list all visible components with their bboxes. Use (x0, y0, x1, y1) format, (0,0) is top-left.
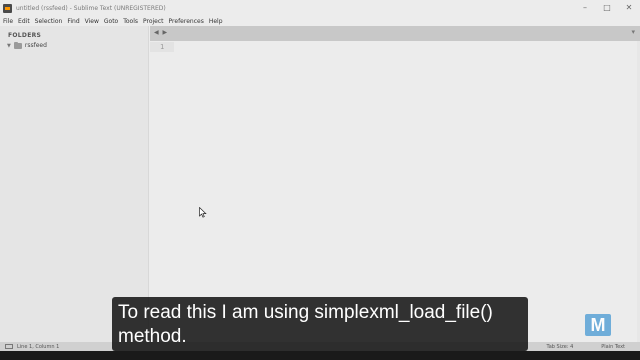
sublime-window: untitled (rssfeed) - Sublime Text (UNREG… (0, 0, 640, 360)
sidebar-folder-rssfeed[interactable]: ▼ rssfeed (7, 41, 47, 49)
folder-icon (13, 41, 22, 49)
mouse-pointer-icon (199, 207, 207, 218)
close-button[interactable]: ✕ (618, 0, 640, 16)
syntax-indicator[interactable]: Plain Text (601, 344, 625, 350)
tab-nav-arrows-icon[interactable]: ◀ ▶ (154, 29, 168, 36)
expand-arrow-icon[interactable]: ▼ (7, 43, 11, 49)
minimize-button[interactable]: – (574, 0, 596, 16)
menu-goto[interactable]: Goto (104, 18, 118, 25)
menu-file[interactable]: File (3, 18, 13, 25)
menu-edit[interactable]: Edit (18, 18, 30, 25)
tab-bar: ◀ ▶ ▾ (150, 26, 640, 41)
caption-line-2: method. (118, 326, 187, 347)
watermark-logo: M (585, 314, 611, 336)
menu-find[interactable]: Find (67, 18, 79, 25)
menu-help[interactable]: Help (209, 18, 223, 25)
menu-preferences[interactable]: Preferences (169, 18, 204, 25)
folders-heading: FOLDERS (8, 32, 42, 39)
menu-bar: File Edit Selection Find View Goto Tools… (0, 16, 640, 26)
window-title: untitled (rssfeed) - Sublime Text (UNREG… (16, 4, 166, 12)
bottom-strip (0, 351, 640, 360)
panel-toggle-icon[interactable] (5, 344, 13, 349)
menu-view[interactable]: View (85, 18, 99, 25)
line-number: 1 (160, 43, 165, 51)
menu-selection[interactable]: Selection (35, 18, 63, 25)
tab-menu-chevron-icon[interactable]: ▾ (631, 28, 635, 36)
sidebar: FOLDERS ▼ rssfeed (0, 26, 149, 342)
window-controls: – □ ✕ (574, 0, 640, 16)
video-caption: To read this I am using simplexml_load_f… (112, 297, 528, 351)
maximize-button[interactable]: □ (596, 0, 618, 16)
cursor-position: Line 1, Column 1 (17, 343, 60, 350)
tab-size-indicator[interactable]: Tab Size: 4 (546, 344, 573, 350)
folder-label: rssfeed (24, 42, 47, 49)
sublime-app-icon (3, 3, 12, 13)
caption-line-1: To read this I am using simplexml_load_f… (118, 302, 493, 323)
menu-project[interactable]: Project (143, 18, 164, 25)
title-bar: untitled (rssfeed) - Sublime Text (UNREG… (0, 0, 640, 16)
menu-tools[interactable]: Tools (123, 18, 138, 25)
